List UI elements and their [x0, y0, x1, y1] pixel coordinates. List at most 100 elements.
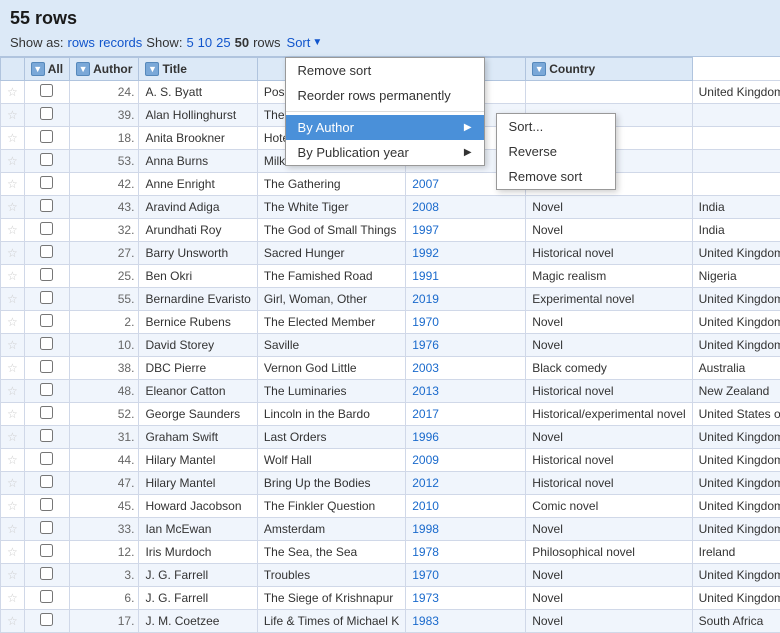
- title-cell: Lincoln in the Bardo: [257, 403, 405, 426]
- country-cell: Ireland: [692, 541, 780, 564]
- star-icon[interactable]: ☆: [7, 614, 18, 628]
- checkbox-cell: [24, 173, 69, 196]
- filter-all-icon[interactable]: ▼: [31, 62, 45, 76]
- row-checkbox[interactable]: [40, 613, 53, 626]
- row-checkbox[interactable]: [40, 222, 53, 235]
- year-cell: 1978: [406, 541, 526, 564]
- row-checkbox[interactable]: [40, 337, 53, 350]
- title-cell: Saville: [257, 334, 405, 357]
- author-submenu: Sort... Reverse Remove sort: [496, 113, 616, 190]
- show-controls: Show as: rows records Show: 5 10 25 50 r…: [10, 35, 770, 50]
- row-checkbox[interactable]: [40, 176, 53, 189]
- star-icon[interactable]: ☆: [7, 591, 18, 605]
- star-icon[interactable]: ☆: [7, 338, 18, 352]
- country-cell: United Kingdom: [692, 472, 780, 495]
- filter-author-icon[interactable]: ▼: [76, 62, 90, 76]
- table-row: ☆ 45. Howard Jacobson The Finkler Questi…: [1, 495, 780, 518]
- submenu-sort[interactable]: Sort...: [497, 114, 615, 139]
- filter-country-icon[interactable]: ▼: [532, 62, 546, 76]
- star-icon[interactable]: ☆: [7, 476, 18, 490]
- author-cell: Ian McEwan: [139, 518, 257, 541]
- star-cell: ☆: [1, 334, 25, 357]
- row-checkbox[interactable]: [40, 567, 53, 580]
- year-cell: 2008: [406, 196, 526, 219]
- star-icon[interactable]: ☆: [7, 292, 18, 306]
- star-icon[interactable]: ☆: [7, 453, 18, 467]
- row-checkbox[interactable]: [40, 452, 53, 465]
- row-checkbox[interactable]: [40, 107, 53, 120]
- row-checkbox[interactable]: [40, 475, 53, 488]
- row-number: 2.: [70, 311, 139, 334]
- row-checkbox[interactable]: [40, 498, 53, 511]
- star-icon[interactable]: ☆: [7, 407, 18, 421]
- page-title: 55 rows: [10, 8, 770, 29]
- row-checkbox[interactable]: [40, 521, 53, 534]
- row-checkbox[interactable]: [40, 153, 53, 166]
- star-icon[interactable]: ☆: [7, 522, 18, 536]
- star-icon[interactable]: ☆: [7, 315, 18, 329]
- checkbox-cell: [24, 311, 69, 334]
- star-icon[interactable]: ☆: [7, 384, 18, 398]
- star-cell: ☆: [1, 265, 25, 288]
- star-icon[interactable]: ☆: [7, 269, 18, 283]
- genre-cell: Novel: [526, 334, 692, 357]
- row-checkbox[interactable]: [40, 314, 53, 327]
- genre-cell: Novel: [526, 219, 692, 242]
- dropdown-reorder-rows[interactable]: Reorder rows permanently: [286, 83, 484, 108]
- row-checkbox[interactable]: [40, 429, 53, 442]
- dropdown-by-pub-year[interactable]: By Publication year ▶: [286, 140, 484, 165]
- row-checkbox[interactable]: [40, 590, 53, 603]
- sort-button[interactable]: Sort ▼: [285, 35, 325, 50]
- star-icon[interactable]: ☆: [7, 200, 18, 214]
- genre-cell: [526, 81, 692, 104]
- title-cell: The Famished Road: [257, 265, 405, 288]
- row-checkbox[interactable]: [40, 130, 53, 143]
- title-cell: Troubles: [257, 564, 405, 587]
- star-icon[interactable]: ☆: [7, 154, 18, 168]
- genre-cell: Novel: [526, 196, 692, 219]
- star-icon[interactable]: ☆: [7, 85, 18, 99]
- star-icon[interactable]: ☆: [7, 568, 18, 582]
- submenu-reverse[interactable]: Reverse: [497, 139, 615, 164]
- genre-cell: Novel: [526, 518, 692, 541]
- star-icon[interactable]: ☆: [7, 545, 18, 559]
- row-checkbox[interactable]: [40, 245, 53, 258]
- star-icon[interactable]: ☆: [7, 223, 18, 237]
- row-checkbox[interactable]: [40, 383, 53, 396]
- country-cell: United Kingdom: [692, 334, 780, 357]
- row-checkbox[interactable]: [40, 268, 53, 281]
- star-icon[interactable]: ☆: [7, 430, 18, 444]
- star-icon[interactable]: ☆: [7, 177, 18, 191]
- row-checkbox[interactable]: [40, 406, 53, 419]
- year-cell: 1992: [406, 242, 526, 265]
- star-icon[interactable]: ☆: [7, 499, 18, 513]
- show-25[interactable]: 25: [216, 35, 230, 50]
- star-icon[interactable]: ☆: [7, 108, 18, 122]
- star-cell: ☆: [1, 426, 25, 449]
- submenu-remove-sort[interactable]: Remove sort: [497, 164, 615, 189]
- checkbox-cell: [24, 104, 69, 127]
- title-cell: The Elected Member: [257, 311, 405, 334]
- table-row: ☆ 25. Ben Okri The Famished Road 1991 Ma…: [1, 265, 780, 288]
- row-number: 39.: [70, 104, 139, 127]
- show-as-rows[interactable]: rows: [67, 35, 94, 50]
- row-checkbox[interactable]: [40, 360, 53, 373]
- dropdown-remove-sort[interactable]: Remove sort: [286, 58, 484, 83]
- genre-cell: Novel: [526, 587, 692, 610]
- star-icon[interactable]: ☆: [7, 131, 18, 145]
- show-10[interactable]: 10: [198, 35, 212, 50]
- star-cell: ☆: [1, 587, 25, 610]
- year-cell: 2019: [406, 288, 526, 311]
- row-checkbox[interactable]: [40, 291, 53, 304]
- row-checkbox[interactable]: [40, 199, 53, 212]
- show-5[interactable]: 5: [186, 35, 193, 50]
- star-icon[interactable]: ☆: [7, 246, 18, 260]
- star-icon[interactable]: ☆: [7, 361, 18, 375]
- row-checkbox[interactable]: [40, 84, 53, 97]
- row-checkbox[interactable]: [40, 544, 53, 557]
- year-value: 1991: [412, 269, 439, 283]
- filter-title-icon[interactable]: ▼: [145, 62, 159, 76]
- checkbox-cell: [24, 196, 69, 219]
- show-as-records[interactable]: records: [99, 35, 142, 50]
- dropdown-by-author[interactable]: By Author ▶: [286, 115, 484, 140]
